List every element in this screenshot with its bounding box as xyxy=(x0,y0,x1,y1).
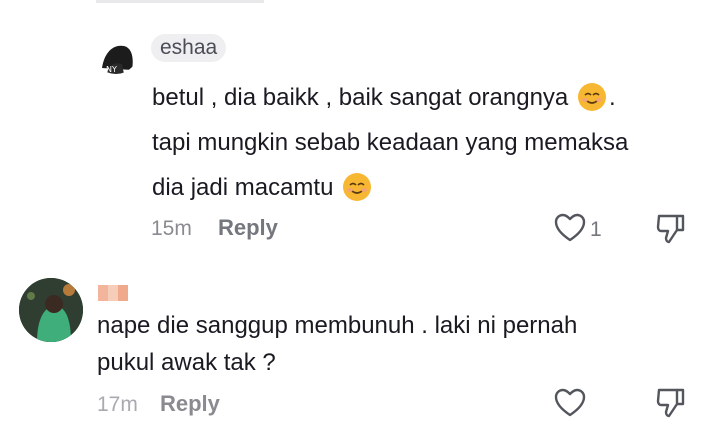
comment-text: betul , dia baikk , baik sangat orangnya… xyxy=(152,75,628,210)
dislike-icon[interactable] xyxy=(656,212,686,249)
dislike-icon[interactable] xyxy=(656,386,686,423)
smiling-face-emoji xyxy=(342,172,372,202)
avatar[interactable] xyxy=(19,278,83,342)
comment-line: dia jadi macamtu xyxy=(152,174,334,201)
heart-icon[interactable] xyxy=(554,213,586,248)
smiling-face-emoji xyxy=(577,82,607,112)
comment-timestamp: 15m xyxy=(151,217,192,240)
redacted-username xyxy=(98,285,128,301)
comment-text: nape die sanggup membunuh . laki ni pern… xyxy=(97,307,577,381)
comment-username[interactable]: eshaa xyxy=(151,34,227,62)
divider-top xyxy=(96,0,264,3)
avatar[interactable]: NY xyxy=(94,30,138,74)
heart-icon[interactable] xyxy=(554,388,586,423)
comment-line: pukul awak tak ? xyxy=(97,349,276,376)
svg-text:NY: NY xyxy=(106,65,117,74)
comment-line: nape die sanggup membunuh . laki ni pern… xyxy=(97,312,578,339)
reply-button[interactable]: Reply xyxy=(218,215,278,241)
reply-button[interactable]: Reply xyxy=(160,391,220,417)
comment-timestamp: 17m xyxy=(97,393,138,416)
like-count: 1 xyxy=(590,218,602,241)
comment-line: betul , dia baikk , baik sangat orangnya xyxy=(152,84,569,111)
comment-line: tapi mungkin sebab keadaan yang memaksa xyxy=(152,129,629,156)
